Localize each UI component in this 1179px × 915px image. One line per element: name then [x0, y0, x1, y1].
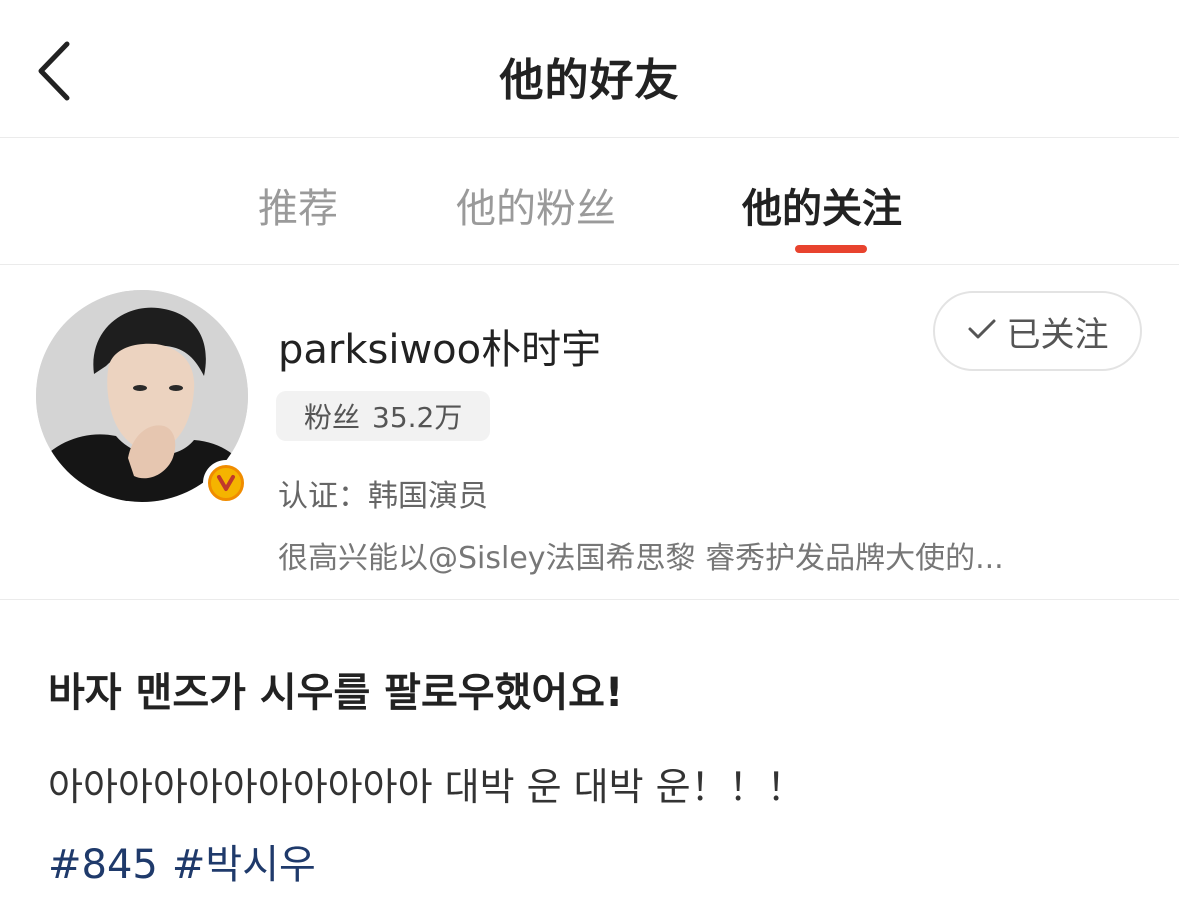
- active-tab-indicator: [795, 245, 867, 253]
- nav-bar: 他的好友: [0, 0, 1179, 138]
- fans-label: 粉丝: [304, 401, 361, 434]
- tab-his-following[interactable]: 他的关注: [742, 176, 902, 232]
- following-button[interactable]: 已关注: [933, 291, 1142, 371]
- tab-his-fans[interactable]: 他的粉丝: [456, 176, 616, 232]
- hashtag-list: #845 #박시우: [48, 832, 316, 890]
- screen: 他的好友 推荐 他的粉丝 他的关注 parksiwoo朴时宇 已关注 粉丝 35…: [0, 0, 1179, 915]
- user-name[interactable]: parksiwoo朴时宇: [278, 317, 601, 375]
- page-title: 他的好友: [499, 55, 680, 106]
- user-list-item[interactable]: parksiwoo朴时宇 已关注 粉丝 35.2万 认证：韩国演员 很高兴能以@…: [0, 265, 1179, 600]
- post-title: 바자 맨즈가 시우를 팔로우했어요!: [48, 670, 624, 716]
- post-body: 아아아아아아아아아아아 대박 운 대박 운！！！: [48, 765, 805, 809]
- tab-recommend[interactable]: 推荐: [258, 176, 338, 232]
- fans-count-badge: 粉丝 35.2万: [276, 391, 491, 441]
- verified-v-icon: [208, 465, 244, 501]
- user-bio: 很高兴能以@Sisley法国希思黎 睿秀护发品牌大使的...: [278, 541, 1004, 576]
- verified-badge: [203, 460, 249, 506]
- following-button-label: 已关注: [1006, 314, 1109, 355]
- hashtag-link[interactable]: #박시우: [172, 842, 316, 888]
- fans-count: 35.2万: [372, 401, 463, 434]
- hashtag-link[interactable]: #845: [48, 842, 158, 888]
- tab-bar: 推荐 他的粉丝 他的关注: [0, 138, 1179, 265]
- check-icon: [967, 317, 997, 345]
- certification-text: 认证：韩国演员: [278, 479, 488, 514]
